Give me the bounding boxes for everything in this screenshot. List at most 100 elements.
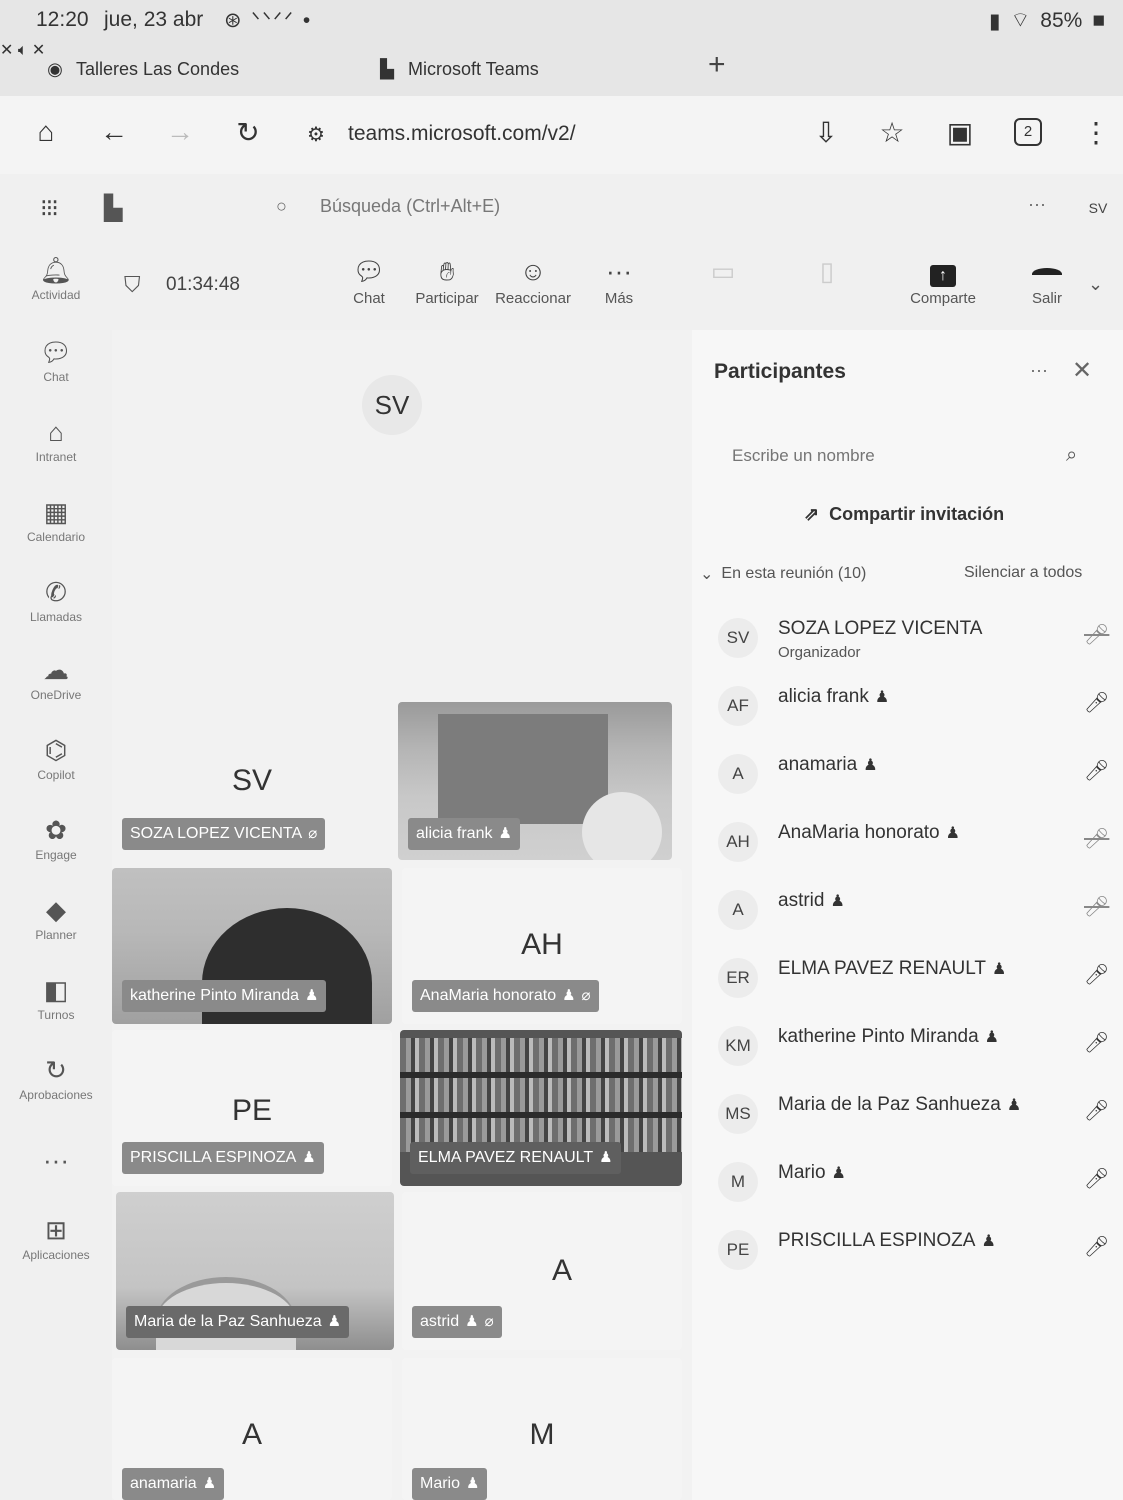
rail-item-aprobaciones[interactable]: ↻ Aprobaciones (0, 1054, 112, 1102)
address-bar-row: ⌂ ← → ↻ ⚙ teams.microsoft.com/v2/ ⇩ ☆ ▣ … (0, 96, 1123, 174)
react-button[interactable]: ☺ Reaccionar (488, 254, 578, 307)
mic-icon[interactable]: 🎤︎ (1084, 1234, 1109, 1259)
tab-talleres[interactable]: ◉ Talleres Las Condes (44, 48, 239, 90)
close-tab-icon[interactable]: ✕ (0, 42, 13, 59)
participant-row[interactable]: AH AnaMaria honorato ♟ 🎤︎ (692, 812, 1123, 872)
mic-icon[interactable]: 🎤︎ (1084, 1166, 1109, 1191)
install-app-icon[interactable]: ⇩ (806, 116, 846, 149)
status-system-icons: ⊛ ᐠᐠᐟᐟ • (224, 9, 313, 32)
leave-button[interactable]: Salir (1002, 254, 1092, 307)
video-tile[interactable]: A astrid ♟ ⌀ (402, 1192, 682, 1350)
avatar[interactable]: SV (1082, 192, 1114, 224)
tab-switcher-button[interactable]: 2 (1014, 118, 1042, 146)
share-invite-button[interactable]: ⇗ Compartir invitación (804, 504, 1004, 525)
tab-teams[interactable]: ▙ Microsoft Teams (376, 48, 539, 90)
section-label: En esta reunión (10) (721, 565, 867, 582)
video-tile[interactable]: ELMA PAVEZ RENAULT ♟ (400, 1030, 682, 1186)
url-field[interactable]: teams.microsoft.com/v2/ (348, 122, 576, 146)
emoji-icon: ☺ (519, 256, 547, 286)
participant-search-input[interactable] (714, 434, 1054, 478)
mic-icon[interactable]: 🎤︎ (1084, 1098, 1109, 1123)
rail-item-copilot[interactable]: ⌬ Copilot (0, 734, 112, 782)
rail-item-onedrive[interactable]: ☁︎ OneDrive (0, 654, 112, 702)
back-icon[interactable]: ← (94, 116, 134, 148)
video-tile[interactable]: M Mario ♟ (402, 1358, 682, 1500)
share-button[interactable]: ↑ Comparte (898, 254, 988, 307)
mic-off-icon[interactable]: 🎤︎ (1084, 826, 1109, 851)
rail-item-intranet[interactable]: ⌂ Intranet (0, 416, 112, 464)
more-options-icon[interactable]: ··· (1028, 194, 1046, 215)
tile-name-plate: SOZA LOPEZ VICENTA ⌀ (122, 818, 326, 850)
close-icon[interactable]: ✕ (1072, 356, 1092, 385)
raise-hand-button[interactable]: ✋︎ Participar (402, 254, 492, 307)
mute-all-button[interactable]: Silenciar a todos (964, 564, 1082, 582)
search-icon[interactable]: ⌕ (1066, 444, 1077, 467)
shield-icon: ⛉ (124, 272, 141, 297)
mic-off-icon[interactable]: 🎤︎ (1084, 622, 1109, 647)
mic-icon[interactable]: 🎤︎ (1084, 1030, 1109, 1055)
rail-item-chat[interactable]: 💬︎ Chat (0, 336, 112, 384)
translate-icon[interactable]: ▣ (940, 116, 980, 149)
more-button[interactable]: ··· Más (574, 254, 664, 307)
browser-menu-icon[interactable]: ⋮ (1076, 116, 1116, 149)
participant-row[interactable]: ER ELMA PAVEZ RENAULT ♟ 🎤︎ (692, 948, 1123, 1008)
mic-button[interactable]: ▯ (782, 254, 872, 288)
video-tile[interactable]: A anamaria ♟ (112, 1358, 392, 1500)
mic-icon[interactable]: 🎤︎ (1084, 758, 1109, 783)
site-settings-icon[interactable]: ⚙ (296, 122, 336, 147)
more-options-icon[interactable]: ··· (1030, 360, 1048, 381)
avatar: AH (718, 822, 758, 862)
reload-icon[interactable]: ↻ (228, 116, 268, 149)
bookmark-star-icon[interactable]: ☆ (872, 116, 912, 149)
video-tile[interactable]: Maria de la Paz Sanhueza ♟ (116, 1192, 394, 1350)
rail-label: Turnos (37, 1008, 75, 1022)
mic-icon[interactable]: 🎤︎ (1084, 962, 1109, 987)
apps-icon: ⊞ (45, 1215, 67, 1245)
rail-item-llamadas[interactable]: ✆ Llamadas (0, 576, 112, 624)
participant-name: PRISCILLA ESPINOZA ♟ (778, 1230, 996, 1252)
rail-label: OneDrive (30, 688, 82, 702)
rail-item-engage[interactable]: ✿ Engage (0, 814, 112, 862)
mic-off-icon: ⌀ (308, 825, 318, 842)
video-tile[interactable]: SV SOZA LOPEZ VICENTA ⌀ (112, 702, 392, 860)
chat-icon: 💬︎ (352, 256, 386, 286)
camera-button[interactable]: ▭ (678, 254, 768, 288)
participant-row[interactable]: A anamaria ♟ 🎤︎ (692, 744, 1123, 804)
tile-initials: PE (231, 1094, 273, 1127)
guest-icon: ♟ (831, 1165, 846, 1182)
rail-item-planner[interactable]: ◆ Planner (0, 894, 112, 942)
search-input[interactable]: Búsqueda (Ctrl+Alt+E) (320, 196, 500, 217)
participant-row[interactable]: PE PRISCILLA ESPINOZA ♟ 🎤︎ (692, 1220, 1123, 1280)
home-icon[interactable]: ⌂ (26, 116, 66, 148)
rail-label: Intranet (35, 450, 77, 464)
guest-icon: ♟ (981, 1233, 996, 1250)
chat-button[interactable]: 💬︎ Chat (324, 254, 414, 307)
video-tile[interactable]: AH AnaMaria honorato ♟ ⌀ (402, 868, 682, 1024)
in-meeting-section-toggle[interactable]: ⌄ En esta reunión (10) (700, 564, 866, 584)
rail-item-more[interactable]: ··· (0, 1144, 112, 1176)
rail-label: Llamadas (29, 610, 83, 624)
rail-item-actividad[interactable]: 🔔︎ Actividad (0, 254, 112, 302)
video-tile[interactable]: katherine Pinto Miranda ♟ (112, 868, 392, 1024)
new-tab-icon[interactable]: + (708, 48, 726, 82)
participant-row[interactable]: M Mario ♟ 🎤︎ (692, 1152, 1123, 1212)
rail-item-aplicaciones[interactable]: ⊞ Aplicaciones (0, 1214, 112, 1262)
chevron-down-icon[interactable]: ⌄ (1088, 274, 1103, 295)
video-tile[interactable]: alicia frank ♟ (398, 702, 672, 860)
video-tile[interactable]: PE PRISCILLA ESPINOZA ♟ (112, 1030, 392, 1186)
rail-item-turnos[interactable]: ◧ Turnos (0, 974, 112, 1022)
forward-icon[interactable]: → (160, 116, 200, 148)
app-launcher-icon[interactable]: ⁝⁝⁝ (40, 194, 59, 223)
participant-name: anamaria ♟ (778, 754, 878, 776)
rail-item-calendario[interactable]: ▦ Calendario (0, 496, 112, 544)
participant-row[interactable]: MS Maria de la Paz Sanhueza ♟ 🎤︎ (692, 1084, 1123, 1144)
mic-off-icon[interactable]: 🎤︎ (1084, 894, 1109, 919)
participant-row[interactable]: SV SOZA LOPEZ VICENTA Organizador 🎤︎ (692, 608, 1123, 668)
participant-row[interactable]: A astrid ♟ 🎤︎ (692, 880, 1123, 940)
mic-icon[interactable]: 🎤︎ (1084, 690, 1109, 715)
guest-icon: ♟ (874, 689, 890, 706)
camera-off-icon: ▭ (710, 256, 736, 286)
status-time: 12:20 (36, 8, 89, 31)
participant-row[interactable]: AF alicia frank ♟ 🎤︎ (692, 676, 1123, 736)
participant-row[interactable]: KM katherine Pinto Miranda ♟ 🎤︎ (692, 1016, 1123, 1076)
